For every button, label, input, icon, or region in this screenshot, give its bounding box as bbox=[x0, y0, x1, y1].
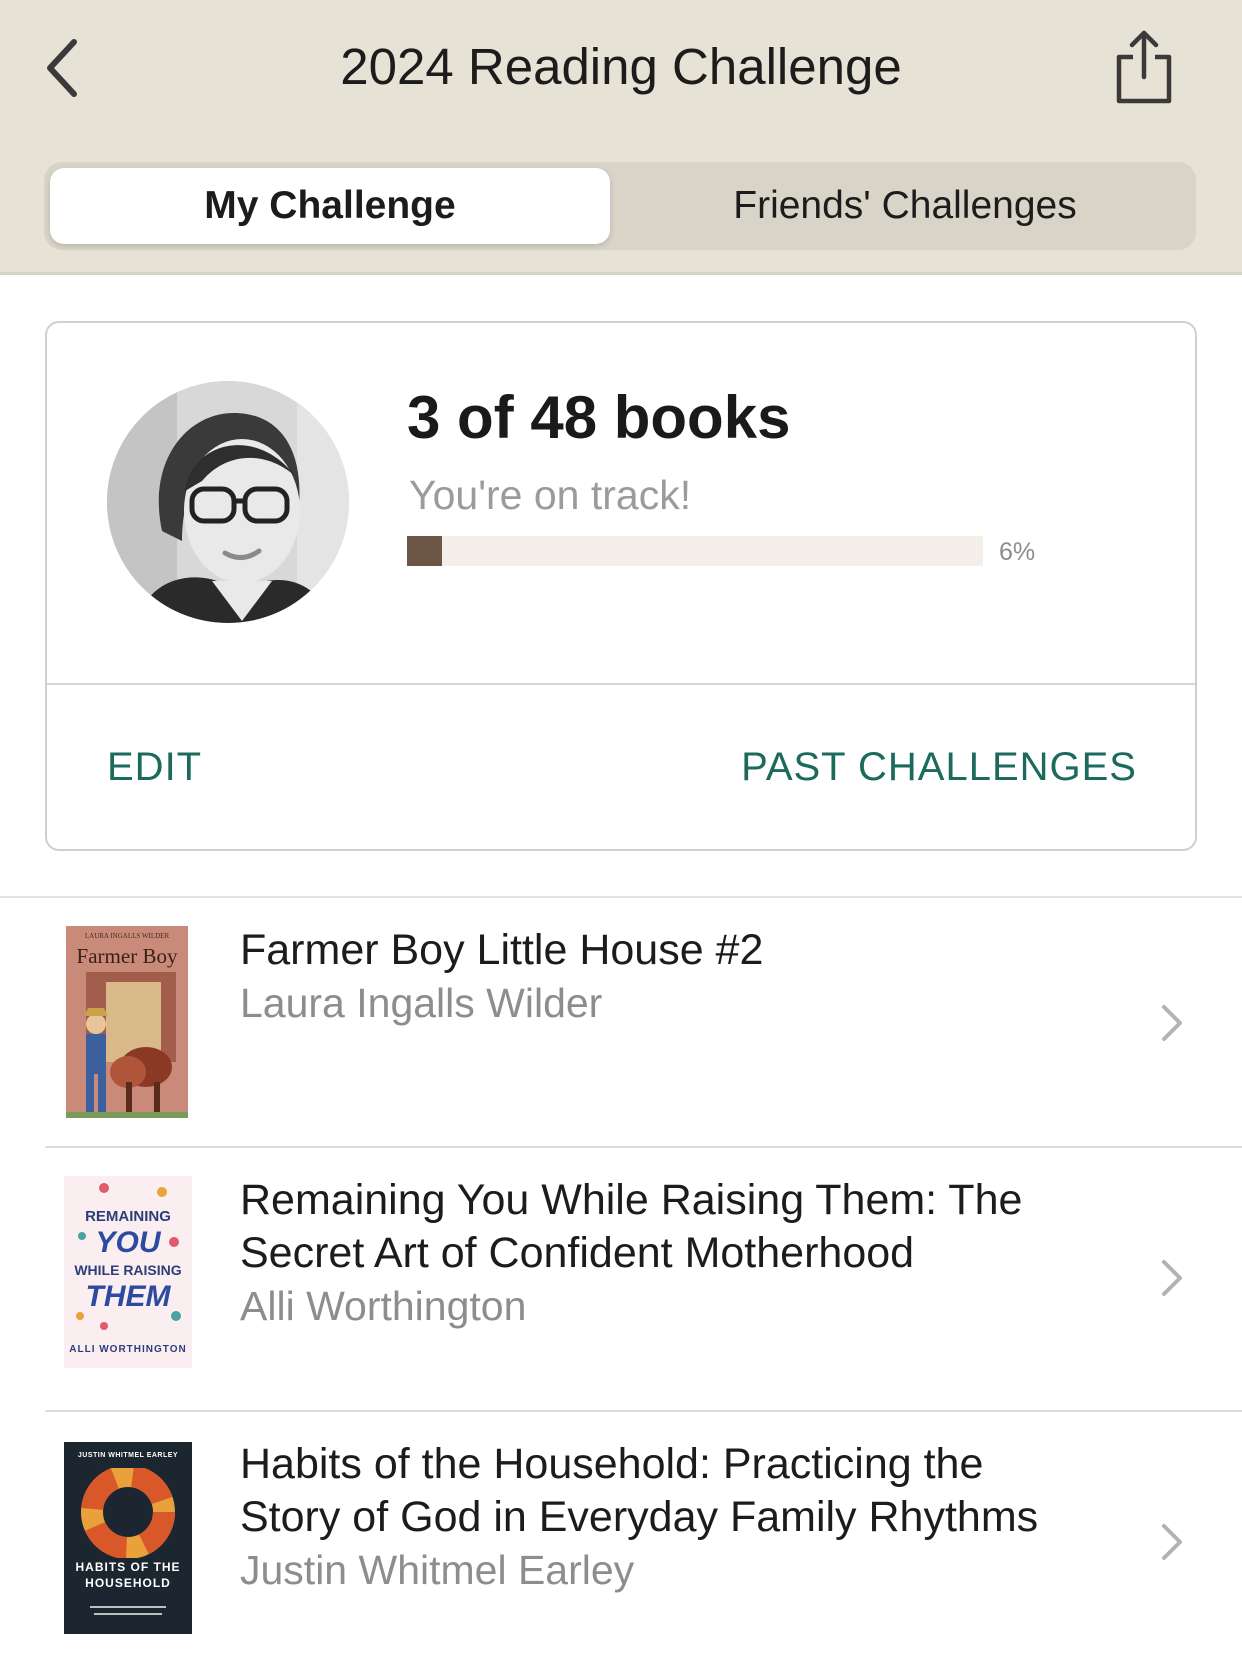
status-text: You're on track! bbox=[409, 472, 692, 518]
challenge-segmented-control: My Challenge Friends' Challenges bbox=[44, 162, 1196, 250]
chevron-right-icon bbox=[1152, 993, 1192, 1053]
share-button[interactable] bbox=[1104, 22, 1184, 112]
book-author: Laura Ingalls Wilder bbox=[240, 980, 603, 1026]
challenge-card: 3 of 48 books You're on track! 6% EDIT P… bbox=[45, 321, 1197, 851]
book-cover: REMAINING YOU WHILE RAISING THEM ALLI WO… bbox=[64, 1176, 192, 1368]
progress-fill bbox=[407, 536, 442, 566]
book-cover: JUSTIN WHITMEL EARLEY HABITS OF THE HOUS… bbox=[64, 1442, 192, 1634]
back-button[interactable] bbox=[32, 28, 92, 108]
book-author: Alli Worthington bbox=[240, 1283, 527, 1329]
cover-line: HABITS OF THE bbox=[75, 1560, 181, 1574]
cover-author: LAURA INGALLS WILDER bbox=[84, 932, 170, 940]
nav-header: 2024 Reading Challenge My Challenge Frie… bbox=[0, 0, 1242, 275]
progress-bar bbox=[407, 536, 983, 566]
page-title: 2024 Reading Challenge bbox=[340, 38, 902, 95]
share-icon bbox=[1116, 30, 1172, 104]
tab-my-challenge[interactable]: My Challenge bbox=[50, 168, 610, 244]
chevron-left-icon bbox=[47, 39, 77, 97]
book-title: Habits of the Household: Practicing the … bbox=[240, 1440, 1039, 1541]
tab-friends-challenges[interactable]: Friends' Challenges bbox=[620, 168, 1190, 244]
avatar bbox=[107, 381, 349, 623]
book-author: Justin Whitmel Earley bbox=[240, 1547, 635, 1593]
book-cover: LAURA INGALLS WILDER Farmer Boy bbox=[66, 926, 188, 1118]
chevron-right-icon bbox=[1152, 1512, 1192, 1572]
cover-wheel bbox=[81, 1468, 175, 1558]
cover-title: Farmer Boy bbox=[76, 944, 178, 968]
cover-line: HOUSEHOLD bbox=[85, 1576, 171, 1590]
chevron-right-icon bbox=[1152, 1248, 1192, 1308]
book-row[interactable]: LAURA INGALLS WILDER Farmer Boy Farmer B… bbox=[0, 898, 1242, 1146]
cover-author: JUSTIN WHITMEL EARLEY bbox=[77, 1452, 179, 1459]
book-row[interactable]: REMAINING YOU WHILE RAISING THEM ALLI WO… bbox=[0, 1148, 1242, 1410]
progress-percent: 6% bbox=[999, 538, 1036, 566]
edit-button[interactable]: EDIT bbox=[107, 741, 202, 793]
past-challenges-button[interactable]: PAST CHALLENGES bbox=[741, 741, 1137, 793]
book-row[interactable]: JUSTIN WHITMEL EARLEY HABITS OF THE HOUS… bbox=[0, 1412, 1242, 1674]
book-title: Remaining You While Raising Them: The Se… bbox=[240, 1176, 1023, 1277]
book-title: Farmer Boy Little House #2 bbox=[240, 926, 764, 974]
books-count: 3 of 48 books bbox=[407, 384, 791, 451]
card-divider bbox=[47, 683, 1195, 685]
